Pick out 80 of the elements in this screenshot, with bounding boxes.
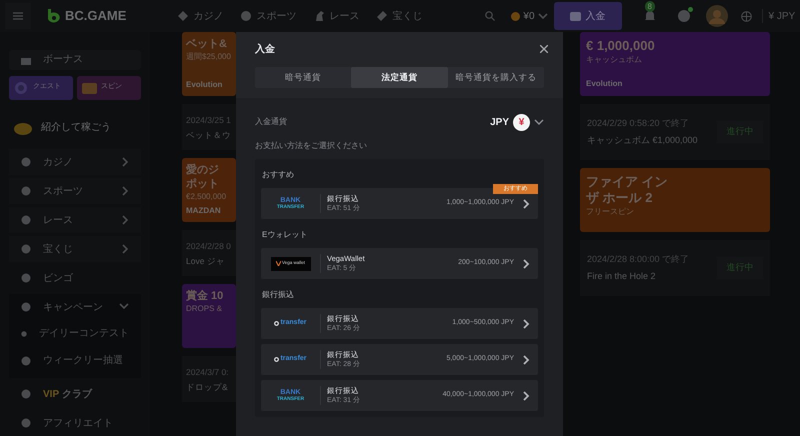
banner-title: 愛のジ bbox=[186, 163, 220, 177]
ring-icon bbox=[274, 321, 280, 326]
chevron-right-icon bbox=[522, 354, 530, 364]
nav-link[interactable]: スポーツ bbox=[241, 8, 296, 24]
search-icon bbox=[485, 11, 496, 21]
close-button[interactable] bbox=[538, 43, 550, 55]
chevron-right-icon bbox=[522, 198, 530, 208]
referral-link[interactable]: 紹介して稼ごう bbox=[9, 118, 141, 137]
chevron-right-icon bbox=[522, 318, 530, 328]
banner-subtitle: DROPS & bbox=[186, 303, 224, 314]
bonus-link[interactable]: ボーナス bbox=[9, 50, 141, 70]
promo-name: Fire in the Hole 2 bbox=[587, 270, 657, 282]
online-dot-icon bbox=[688, 7, 693, 12]
balance-selector[interactable]: ¥0 bbox=[507, 5, 552, 27]
notification-badge: 8 bbox=[644, 1, 655, 12]
chevron-right-icon bbox=[522, 258, 530, 268]
menu-item[interactable]: キャンペーン bbox=[9, 294, 141, 320]
promo-name: キャッシュボム €1,000,000 bbox=[587, 134, 698, 146]
nav-link[interactable]: カジノ bbox=[178, 8, 224, 24]
banner-subtitle: フリースピン bbox=[586, 206, 635, 217]
yen-icon: ¥ bbox=[513, 114, 530, 130]
chevron-right-icon bbox=[121, 186, 129, 196]
dialog-title: 入金 bbox=[255, 42, 275, 56]
coin-icon bbox=[511, 12, 520, 20]
club-label: クラブ bbox=[62, 388, 92, 402]
logo-icon bbox=[46, 9, 60, 23]
menu-icon bbox=[13, 12, 23, 20]
banner-title: ファイア イン bbox=[586, 174, 669, 190]
banner-title: € 1,000,000 bbox=[586, 38, 656, 54]
provider-logo: Evolution bbox=[586, 78, 624, 90]
close-icon bbox=[540, 45, 548, 53]
provider-logo: Evolution bbox=[186, 79, 224, 91]
banner-subtitle: €2,500,000 bbox=[186, 191, 228, 202]
chevron-down-icon bbox=[534, 118, 544, 126]
tab[interactable]: 暗号通貨 bbox=[255, 67, 352, 88]
promo-name: ドロップ& bbox=[186, 380, 229, 394]
chevron-right-icon bbox=[522, 390, 530, 400]
menu-item[interactable]: カジノ bbox=[9, 149, 141, 175]
instruction-text: お支払い方法をご選択ください bbox=[255, 140, 368, 152]
provider-logo: MAZDAN bbox=[186, 205, 222, 217]
submenu-item[interactable]: デイリーコンテスト bbox=[9, 320, 141, 347]
chevron-right-icon bbox=[121, 244, 129, 254]
ring-icon bbox=[274, 357, 280, 362]
promo-name: Love ジャ bbox=[186, 254, 226, 268]
currency-selector[interactable]: JPY ¥ bbox=[490, 114, 544, 130]
menu-item[interactable]: アフィリエイト bbox=[9, 410, 141, 436]
group-heading: おすすめ bbox=[261, 169, 295, 181]
group-heading: Eウォレット bbox=[261, 229, 308, 241]
chevron-right-icon bbox=[121, 157, 129, 167]
wallet-icon bbox=[570, 12, 581, 20]
currency-label: ¥ JPY bbox=[768, 10, 796, 24]
globe-icon bbox=[740, 10, 752, 22]
group-heading: 銀行振込 bbox=[261, 289, 295, 301]
tab[interactable]: 暗号通貨を購入する bbox=[448, 67, 544, 88]
submenu-item[interactable]: ウィークリー抽選 bbox=[9, 347, 141, 374]
chest-icon bbox=[80, 80, 98, 94]
banner-title: ベット& bbox=[186, 37, 228, 51]
banner-subtitle: 週間$25,000 bbox=[186, 51, 232, 62]
banner-title: ポット bbox=[186, 177, 220, 191]
deposit-button[interactable]: 入金 bbox=[554, 2, 622, 30]
chevron-down-icon bbox=[538, 12, 548, 20]
menu-item[interactable]: ビンゴ bbox=[9, 265, 141, 291]
diamond-icon bbox=[178, 11, 188, 21]
nav-link[interactable]: レース bbox=[314, 8, 360, 24]
vip-label: VIP bbox=[43, 388, 60, 402]
menu-item[interactable]: VIP クラブ bbox=[9, 381, 141, 407]
chevron-right-icon bbox=[121, 215, 129, 225]
tab[interactable]: 法定通貨 bbox=[351, 67, 448, 88]
field-label: 入金通貨 bbox=[255, 116, 287, 128]
logo-text: BC.GAME bbox=[65, 7, 126, 26]
banner-title: 賞金 10 bbox=[186, 289, 224, 303]
menu-item[interactable]: スポーツ bbox=[9, 178, 141, 204]
banner-subtitle: キャッシュボム bbox=[586, 54, 643, 65]
target-icon bbox=[12, 80, 30, 94]
promo-name: ベット＆ウ bbox=[186, 128, 232, 142]
menu-item[interactable]: 宝くじ bbox=[9, 236, 141, 262]
nav-link[interactable]: 宝くじ bbox=[377, 8, 422, 24]
banner-title: ザ ホール 2 bbox=[586, 190, 654, 206]
menu-item[interactable]: レース bbox=[9, 207, 141, 233]
v-mark-icon bbox=[276, 261, 281, 266]
